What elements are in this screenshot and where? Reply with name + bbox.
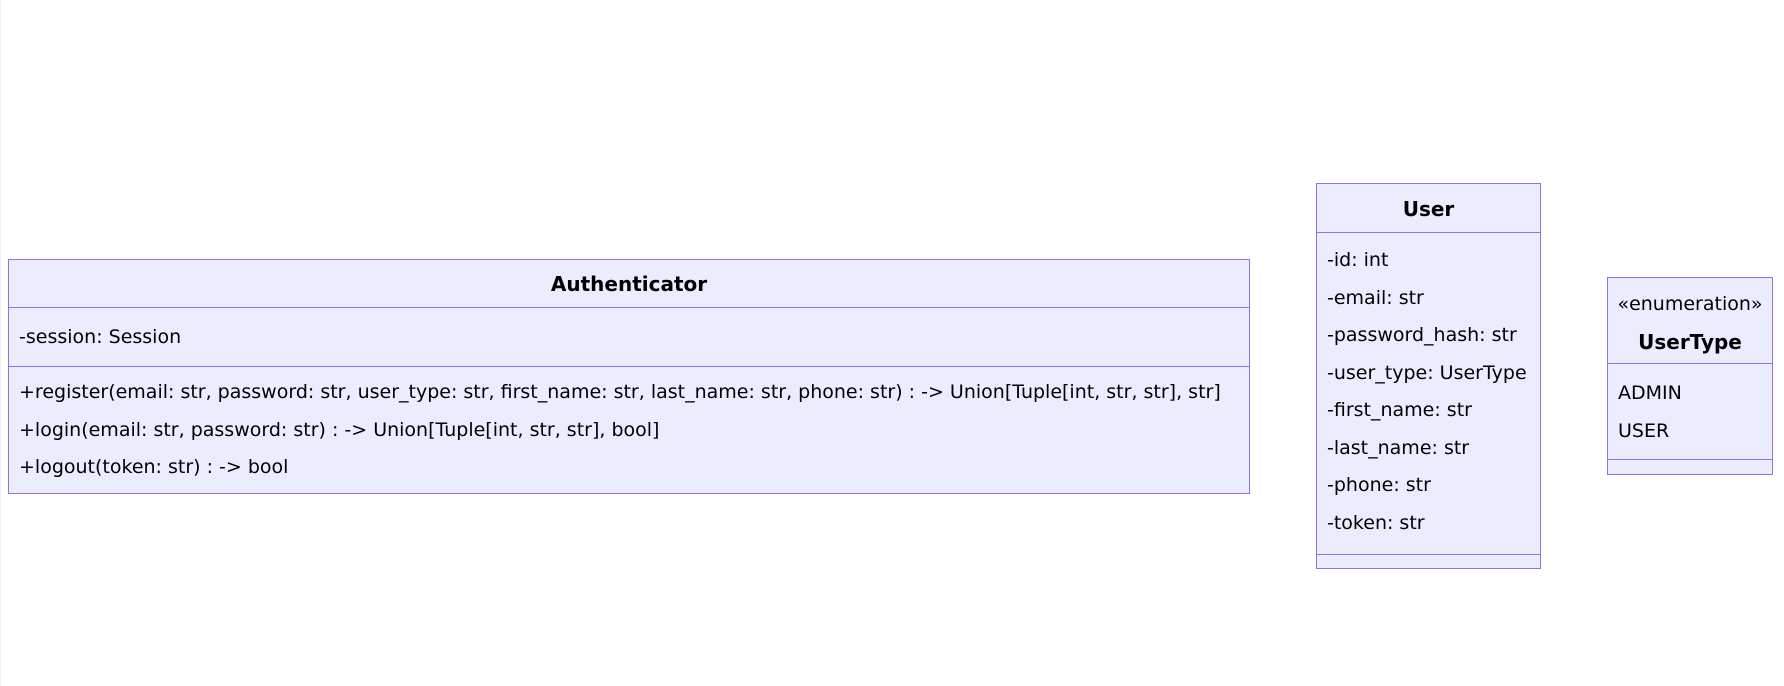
class-user-header: User xyxy=(1317,184,1540,233)
attribute-row: -id: int xyxy=(1327,249,1389,271)
class-user: User -id: int -email: str -password_hash… xyxy=(1316,183,1541,569)
attribute-row: -email: str xyxy=(1327,286,1424,309)
class-diagram: Authenticator -session: Session +registe… xyxy=(0,0,1784,686)
attributes-section: -id: int -email: str -password_hash: str… xyxy=(1317,233,1540,555)
method-row: +logout(token: str) : -> bool xyxy=(19,456,289,478)
attributes-section: -session: Session xyxy=(9,308,1249,367)
enum-value-row: ADMIN xyxy=(1618,382,1682,404)
attribute-row: -last_name: str xyxy=(1327,436,1470,459)
methods-section: +register(email: str, password: str, use… xyxy=(9,367,1249,487)
method-row: +register(email: str, password: str, use… xyxy=(19,381,1221,403)
method-row: +login(email: str, password: str) : -> U… xyxy=(19,418,660,441)
class-stereotype: «enumeration» xyxy=(1617,293,1763,315)
enum-value-row: USER xyxy=(1618,419,1670,442)
attribute-row: -user_type: UserType xyxy=(1327,361,1527,384)
class-authenticator-header: Authenticator xyxy=(9,260,1249,308)
canvas-edge xyxy=(0,0,1,686)
attribute-row: -token: str xyxy=(1327,511,1425,534)
attribute-row: -session: Session xyxy=(19,326,182,348)
class-name: Authenticator xyxy=(550,272,708,296)
class-name: User xyxy=(1402,197,1455,221)
attributes-section: ADMIN USER xyxy=(1608,364,1772,460)
class-usertype-header: «enumeration» UserType xyxy=(1608,278,1772,364)
attribute-row: -phone: str xyxy=(1327,474,1431,496)
class-authenticator: Authenticator -session: Session +registe… xyxy=(8,259,1250,494)
class-usertype: «enumeration» UserType ADMIN USER xyxy=(1607,277,1773,475)
attribute-row: -first_name: str xyxy=(1327,399,1472,421)
class-name: UserType xyxy=(1638,330,1742,354)
attribute-row: -password_hash: str xyxy=(1327,324,1517,346)
